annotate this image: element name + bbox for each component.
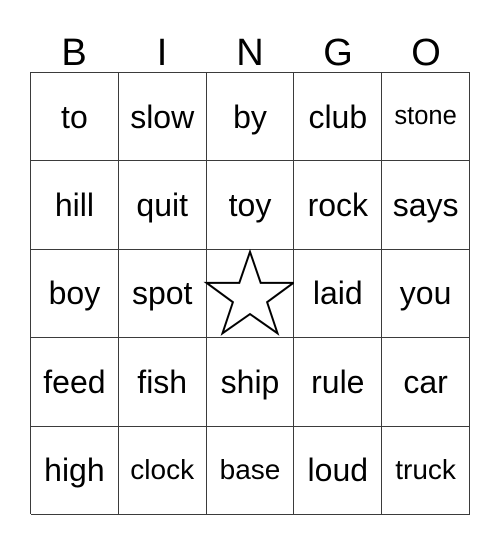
bingo-cell-word: by — [233, 98, 267, 135]
bingo-cell-word: base — [219, 454, 281, 486]
bingo-cell-word: laid — [312, 275, 363, 312]
bingo-cell[interactable]: feed — [31, 338, 119, 427]
bingo-cell-word: clock — [130, 454, 195, 486]
bingo-cell[interactable]: car — [382, 338, 470, 427]
bingo-header-cell-2: N — [206, 22, 294, 72]
bingo-header-letter-o: O — [411, 32, 441, 74]
bingo-cell[interactable]: club — [294, 73, 383, 162]
bingo-row: to slow by club stone — [31, 73, 470, 162]
bingo-cell[interactable]: stone — [382, 73, 470, 162]
bingo-cell[interactable]: slow — [118, 73, 207, 162]
bingo-cell-word: says — [392, 187, 459, 224]
bingo-grid: to slow by club stone hill quit toy rock says boy s… — [30, 72, 470, 515]
bingo-cell-word: feed — [43, 363, 106, 400]
bingo-cell-word: hill — [54, 187, 94, 224]
bingo-cell-word: club — [308, 98, 368, 135]
bingo-cell-word: truck — [395, 454, 456, 486]
bingo-row: feed fish ship rule car — [31, 338, 470, 427]
bingo-cell[interactable]: truck — [382, 426, 470, 515]
bingo-cell[interactable]: hill — [31, 161, 119, 250]
bingo-cell-word: toy — [228, 187, 272, 224]
bingo-header-cell-3: G — [294, 22, 382, 72]
bingo-cell[interactable]: base — [206, 426, 295, 515]
bingo-cell[interactable]: rock — [294, 161, 383, 250]
bingo-cell-word: rule — [311, 363, 365, 400]
bingo-cell[interactable]: boy — [31, 249, 119, 339]
bingo-header-letter-b: B — [61, 32, 87, 74]
bingo-header-cell-4: O — [382, 22, 470, 72]
bingo-cell-word: loud — [307, 452, 369, 489]
bingo-card: B I N G O to slow by club stone hill quit toy ro… — [0, 0, 500, 544]
bingo-cell-word: high — [44, 452, 105, 489]
bingo-header-row: B I N G O — [30, 22, 470, 72]
bingo-cell-free-space[interactable] — [203, 249, 297, 339]
bingo-cell-word: slow — [130, 98, 195, 135]
bingo-cell-word: fish — [137, 363, 188, 400]
star-icon — [203, 249, 297, 337]
bingo-cell-word: quit — [136, 187, 188, 224]
bingo-row: hill quit toy rock says — [31, 161, 470, 250]
bingo-cell-word: stone — [394, 101, 457, 130]
bingo-header-letter-g: G — [323, 32, 353, 74]
bingo-cell[interactable]: high — [31, 426, 119, 515]
bingo-header-cell-1: I — [118, 22, 206, 72]
bingo-cell[interactable]: quit — [118, 161, 207, 250]
bingo-cell[interactable]: fish — [118, 338, 207, 427]
bingo-cell-word: you — [399, 275, 452, 312]
bingo-cell[interactable]: laid — [294, 249, 383, 339]
bingo-cell[interactable]: clock — [118, 426, 207, 515]
bingo-cell-word: to — [61, 98, 88, 135]
bingo-cell-word: rock — [307, 187, 369, 224]
bingo-cell[interactable]: loud — [294, 426, 383, 515]
bingo-cell[interactable]: spot — [118, 249, 207, 339]
bingo-cell[interactable]: you — [382, 249, 470, 339]
bingo-cell-word: car — [403, 363, 448, 400]
bingo-cell[interactable]: toy — [206, 161, 295, 250]
bingo-row: high clock base loud truck — [31, 426, 470, 515]
bingo-row: boy spot laid you — [31, 249, 470, 339]
bingo-header-cell-0: B — [30, 22, 118, 72]
bingo-cell-word: spot — [131, 275, 193, 312]
bingo-cell[interactable]: by — [206, 73, 295, 162]
bingo-cell[interactable]: says — [382, 161, 470, 250]
bingo-cell[interactable]: rule — [294, 338, 383, 427]
bingo-cell-word: ship — [220, 363, 280, 400]
bingo-header-letter-n: N — [236, 32, 264, 74]
bingo-header-letter-i: I — [156, 32, 168, 74]
bingo-cell-word: boy — [48, 275, 101, 312]
bingo-cell[interactable]: to — [31, 73, 119, 162]
bingo-cell[interactable]: ship — [206, 338, 295, 427]
